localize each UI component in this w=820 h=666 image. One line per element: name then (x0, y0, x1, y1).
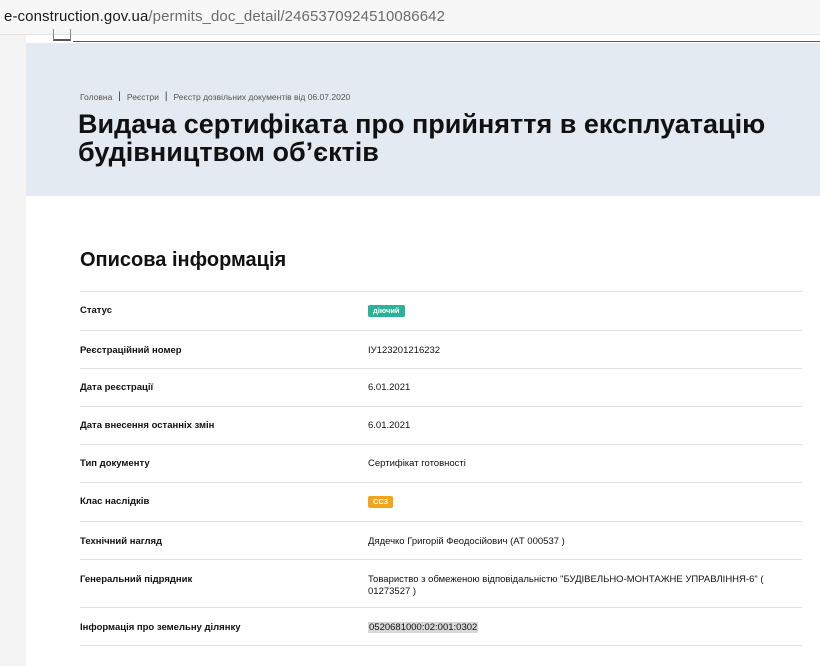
table-row: Тип документу Сертифікат готовності (80, 444, 802, 482)
table-row: Генеральний підрядник Товариство з обмеж… (80, 559, 802, 607)
breadcrumb-separator: | (118, 91, 121, 102)
left-sidebar-strip (0, 35, 26, 666)
row-label: Технічний нагляд (80, 536, 163, 547)
row-label: Клас наслідків (80, 496, 150, 507)
table-row: Дата реєстрації 6.01.2021 (80, 368, 802, 406)
row-label: Реєстраційний номер (80, 345, 182, 356)
status-badge: діючий (368, 305, 405, 317)
breadcrumb-home[interactable]: Головна (80, 92, 112, 102)
url-path: /permits_doc_detail/2465370924510086642 (148, 8, 446, 25)
row-value: діючий (368, 305, 798, 317)
info-table: Статус діючий Реєстраційний номер ІУ1232… (80, 291, 802, 646)
row-label: Дата реєстрації (80, 382, 154, 393)
row-value: 6.01.2021 (368, 420, 411, 431)
row-value: Сертифікат готовності (368, 458, 466, 469)
table-row: Клас наслідків СС3 (80, 482, 802, 521)
consequence-class-badge: СС3 (368, 496, 394, 508)
breadcrumb-separator: | (164, 91, 168, 102)
browser-address-bar[interactable]: e-construction.gov.ua/permits_doc_detail… (0, 0, 820, 35)
page-title: Видача сертифіката про прийняття в експл… (78, 110, 820, 166)
menu-icon[interactable] (53, 29, 71, 41)
breadcrumb-current[interactable]: Реєстр дозвільних документів від 06.07.2… (174, 92, 351, 102)
table-row: Інформація про земельну ділянку 05206810… (80, 607, 802, 646)
row-value: ІУ123201216232 (368, 345, 441, 356)
row-value: Дядечко Григорій Феодосійович (АТ 000537… (368, 536, 565, 547)
url-text[interactable]: e-construction.gov.ua/permits_doc_detail… (4, 8, 445, 25)
site-header (26, 29, 820, 43)
table-row: Дата внесення останніх змін 6.01.2021 (80, 406, 802, 444)
row-label: Дата внесення останніх змін (80, 420, 215, 431)
row-value: 0520681000:02:001:0302 (368, 622, 798, 634)
row-value: Товариство з обмеженою відповідальністю … (368, 574, 764, 597)
page-hero: Головна | Реєстри | Реєстр дозвільних до… (26, 43, 820, 196)
header-divider (73, 41, 820, 42)
land-plot-value[interactable]: 0520681000:02:001:0302 (368, 622, 479, 633)
row-label: Генеральний підрядник (80, 574, 193, 585)
page-title-line2: будівництвом об’єктів (78, 137, 379, 167)
table-row: Статус діючий (80, 291, 802, 330)
section-title: Описова інформація (80, 249, 287, 271)
row-label: Статус (80, 305, 113, 316)
url-host: e-construction.gov.ua (4, 8, 149, 25)
page-title-line1: Видача сертифіката про прийняття в експл… (78, 109, 766, 139)
breadcrumb: Головна | Реєстри | Реєстр дозвільних до… (80, 91, 350, 102)
breadcrumb-registries[interactable]: Реєстри (127, 92, 159, 102)
row-label: Тип документу (80, 458, 150, 469)
row-value: СС3 (368, 496, 798, 508)
row-label: Інформація про земельну ділянку (80, 622, 241, 633)
table-row: Технічний нагляд Дядечко Григорій Феодос… (80, 521, 802, 559)
row-value: 6.01.2021 (368, 382, 411, 393)
table-row: Реєстраційний номер ІУ123201216232 (80, 330, 802, 368)
